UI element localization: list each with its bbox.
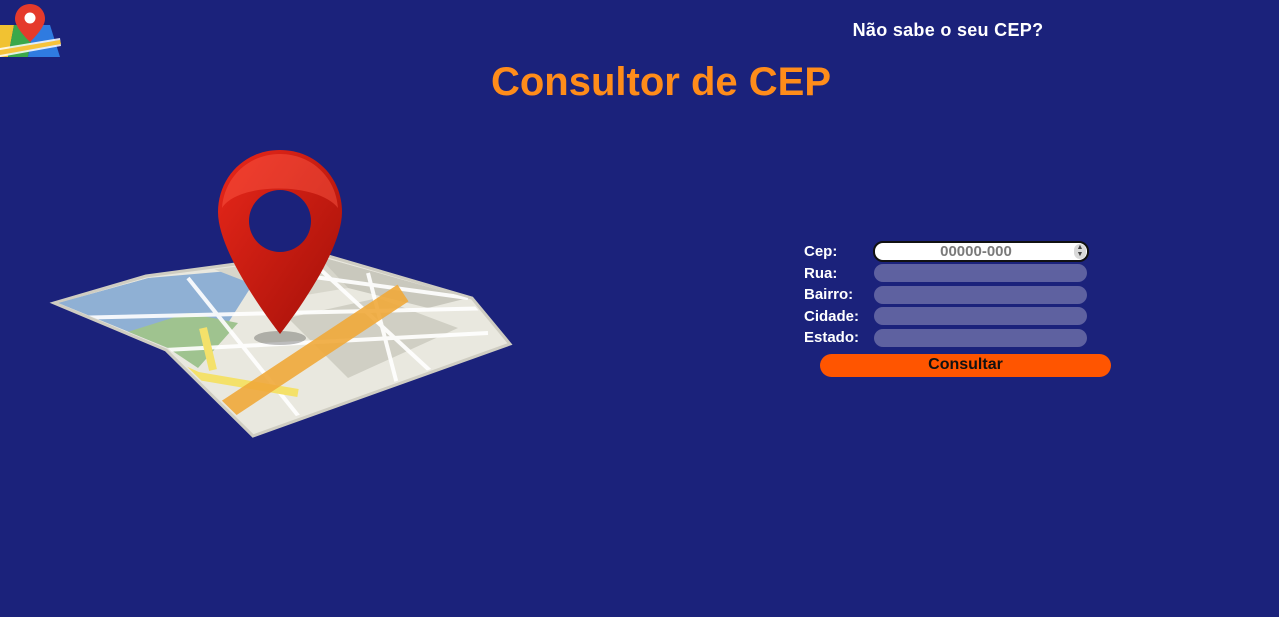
cep-row: Cep: ▲▼ bbox=[804, 241, 1114, 263]
rua-field bbox=[874, 264, 1087, 283]
cidade-field bbox=[874, 307, 1087, 326]
cidade-row: Cidade: bbox=[804, 306, 1114, 328]
rua-label: Rua: bbox=[804, 264, 838, 282]
map-pin-logo-icon bbox=[0, 4, 61, 57]
cep-field-wrapper: ▲▼ bbox=[873, 241, 1089, 263]
cep-label: Cep: bbox=[804, 243, 838, 261]
consultar-button[interactable]: Consultar bbox=[820, 353, 1111, 377]
rua-row: Rua: bbox=[804, 263, 1114, 285]
page-title: Consultor de CEP bbox=[490, 60, 832, 104]
estado-field bbox=[874, 328, 1087, 347]
estado-label: Estado: bbox=[804, 329, 860, 347]
cep-lookup-form: Cep: ▲▼ Rua: Bairro: Cidade: Estado: Con… bbox=[804, 241, 1114, 377]
page: Não sabe o seu CEP? Consultor de CEP Cep… bbox=[0, 0, 1279, 617]
help-cep-link[interactable]: Não sabe o seu CEP? bbox=[818, 20, 1078, 41]
bairro-label: Bairro: bbox=[804, 286, 854, 304]
map-with-location-pin-icon bbox=[49, 150, 513, 438]
cep-input[interactable] bbox=[873, 241, 1089, 263]
bairro-field bbox=[874, 285, 1087, 304]
number-spinner-icon[interactable]: ▲ ▼ bbox=[1074, 244, 1086, 260]
bairro-row: Bairro: bbox=[804, 284, 1114, 306]
estado-row: Estado: bbox=[804, 327, 1114, 349]
cidade-label: Cidade: bbox=[804, 307, 860, 325]
